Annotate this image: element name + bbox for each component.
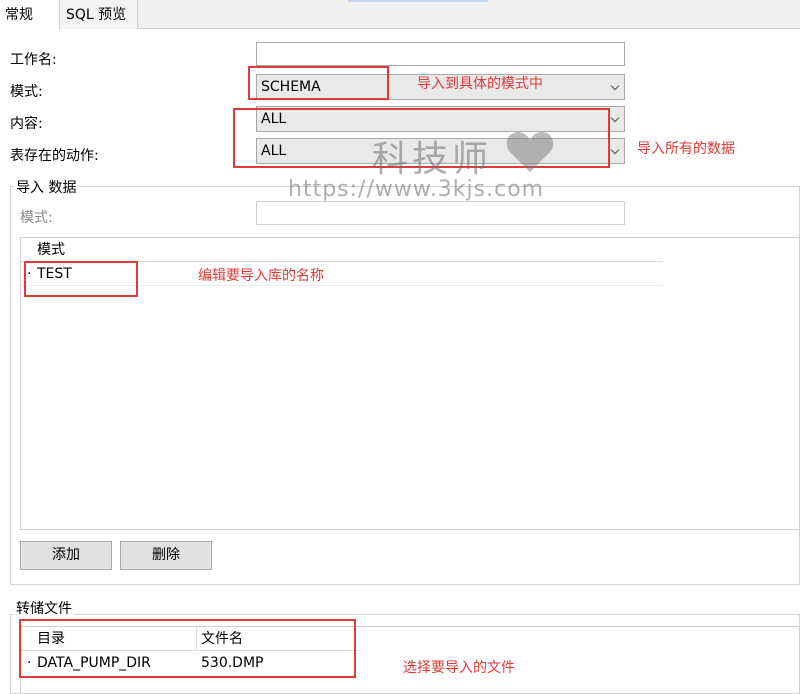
top-accent-bar bbox=[348, 0, 488, 2]
mode-label: 模式: bbox=[10, 84, 43, 100]
job-name-input[interactable] bbox=[256, 42, 625, 66]
heart-icon bbox=[506, 132, 554, 172]
schema-grid-header: 模式 bbox=[21, 238, 663, 262]
watermark-url: https://www.3kjs.com bbox=[288, 177, 545, 202]
mode-highlight-box bbox=[248, 66, 389, 100]
import-schema-label: 模式: bbox=[20, 210, 53, 226]
dump-file-highlight-box bbox=[19, 619, 356, 678]
chevron-down-icon[interactable] bbox=[608, 75, 624, 99]
watermark-title: 科技师 bbox=[372, 139, 493, 180]
all-annotation: 导入所有的数据 bbox=[637, 141, 735, 157]
schema-annotation: 编辑要导入库的名称 bbox=[198, 268, 324, 284]
mode-annotation: 导入到具体的模式中 bbox=[417, 76, 543, 92]
delete-button[interactable]: 删除 bbox=[120, 541, 212, 570]
chevron-down-icon[interactable] bbox=[608, 107, 624, 131]
import-data-group-title: 导入 数据 bbox=[14, 177, 79, 197]
tab-sql-preview[interactable]: SQL 预览 bbox=[60, 0, 138, 29]
table-exists-label: 表存在的动作: bbox=[10, 148, 99, 164]
schema-highlight-box bbox=[24, 261, 138, 297]
column-header-schema[interactable]: 模式 bbox=[37, 238, 65, 262]
dump-files-group-title: 转储文件 bbox=[14, 598, 74, 618]
add-button[interactable]: 添加 bbox=[20, 541, 112, 570]
tab-general[interactable]: 常规 bbox=[0, 0, 60, 29]
tab-bar: 常规 SQL 预览 bbox=[0, 0, 800, 29]
content-label: 内容: bbox=[10, 116, 43, 132]
chevron-down-icon[interactable] bbox=[608, 139, 624, 163]
job-name-label: 工作名: bbox=[10, 52, 57, 68]
import-schema-input[interactable] bbox=[256, 201, 625, 225]
file-annotation: 选择要导入的文件 bbox=[403, 660, 515, 676]
